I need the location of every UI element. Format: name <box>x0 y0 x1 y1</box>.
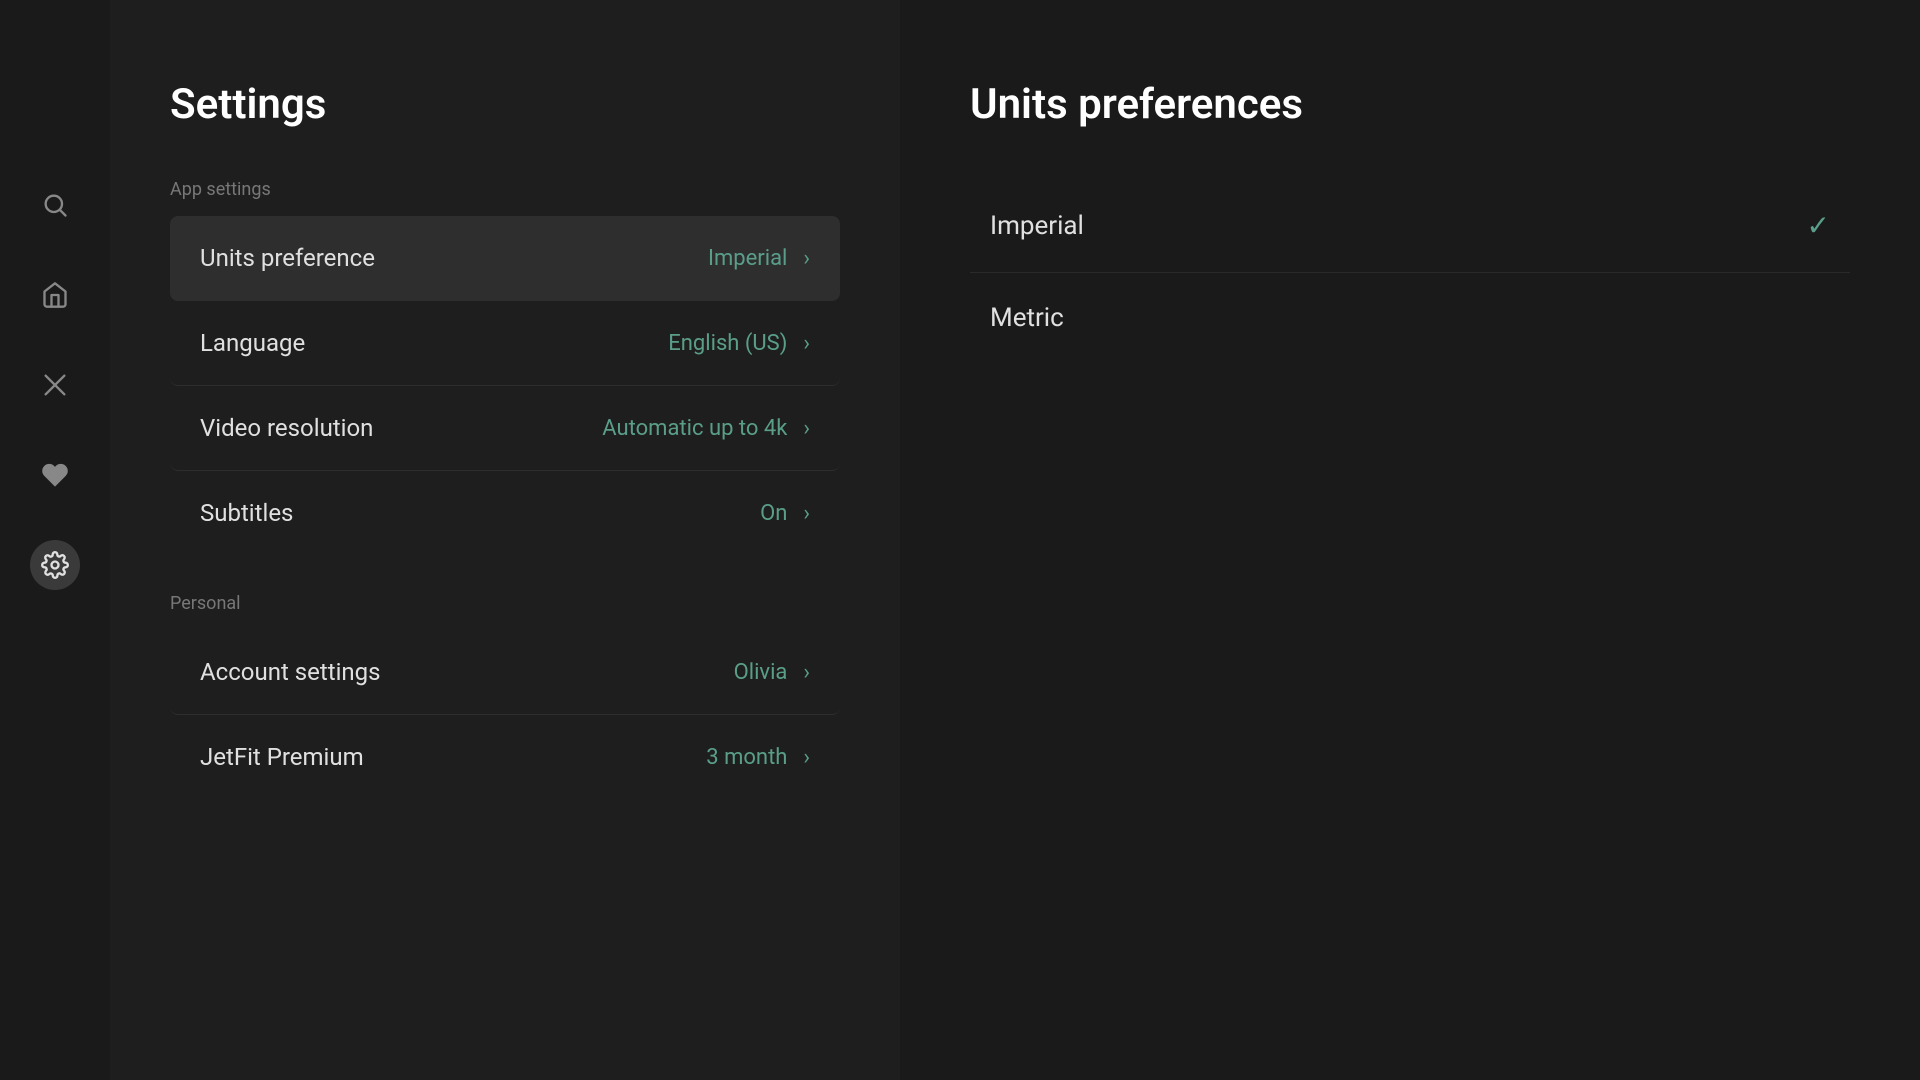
units-options-list: Imperial ✓ Metric <box>970 179 1850 363</box>
sidebar <box>0 0 110 1080</box>
imperial-label: Imperial <box>990 211 1084 241</box>
units-preference-value: Imperial <box>708 246 787 271</box>
personal-section: Personal Account settings Olivia › JetFi… <box>170 593 840 799</box>
app-settings-section: App settings Units preference Imperial ›… <box>170 179 840 555</box>
account-settings-value: Olivia <box>734 660 788 685</box>
jetfit-premium-value: 3 month <box>706 745 787 770</box>
imperial-option[interactable]: Imperial ✓ <box>970 179 1850 273</box>
jetfit-premium-label: JetFit Premium <box>200 743 364 771</box>
language-value-group: English (US) › <box>668 331 810 356</box>
settings-panel: Settings App settings Units preference I… <box>110 0 900 1080</box>
app-settings-label: App settings <box>170 179 840 200</box>
units-panel: Units preferences Imperial ✓ Metric <box>900 0 1920 1080</box>
subtitles-chevron-icon: › <box>803 501 810 526</box>
video-resolution-chevron-icon: › <box>803 416 810 441</box>
account-settings-label: Account settings <box>200 658 381 686</box>
units-panel-title: Units preferences <box>970 80 1850 129</box>
language-chevron-icon: › <box>803 331 810 356</box>
video-resolution-label: Video resolution <box>200 414 373 442</box>
video-resolution-item[interactable]: Video resolution Automatic up to 4k › <box>170 386 840 471</box>
tools-icon[interactable] <box>30 360 80 410</box>
search-icon[interactable] <box>30 180 80 230</box>
jetfit-premium-value-group: 3 month › <box>706 745 810 770</box>
language-value: English (US) <box>668 331 787 356</box>
jetfit-premium-item[interactable]: JetFit Premium 3 month › <box>170 715 840 799</box>
video-resolution-value: Automatic up to 4k <box>602 416 787 441</box>
account-settings-chevron-icon: › <box>803 660 810 685</box>
account-settings-item[interactable]: Account settings Olivia › <box>170 630 840 715</box>
jetfit-premium-chevron-icon: › <box>803 745 810 770</box>
subtitles-item[interactable]: Subtitles On › <box>170 471 840 555</box>
page-title: Settings <box>170 80 840 129</box>
account-settings-value-group: Olivia › <box>734 660 810 685</box>
imperial-check-icon: ✓ <box>1807 209 1830 242</box>
language-label: Language <box>200 329 305 357</box>
subtitles-label: Subtitles <box>200 499 293 527</box>
favorites-icon[interactable] <box>30 450 80 500</box>
units-preference-value-group: Imperial › <box>708 246 810 271</box>
metric-label: Metric <box>990 303 1064 333</box>
units-preference-item[interactable]: Units preference Imperial › <box>170 216 840 301</box>
home-icon[interactable] <box>30 270 80 320</box>
units-preference-label: Units preference <box>200 244 375 272</box>
app-settings-list: Units preference Imperial › Language Eng… <box>170 216 840 555</box>
personal-settings-list: Account settings Olivia › JetFit Premium… <box>170 630 840 799</box>
language-item[interactable]: Language English (US) › <box>170 301 840 386</box>
subtitles-value-group: On › <box>760 501 810 526</box>
metric-option[interactable]: Metric <box>970 273 1850 363</box>
video-resolution-value-group: Automatic up to 4k › <box>602 416 810 441</box>
subtitles-value: On <box>760 501 787 526</box>
units-chevron-icon: › <box>803 246 810 271</box>
settings-icon[interactable] <box>30 540 80 590</box>
personal-label: Personal <box>170 593 840 614</box>
